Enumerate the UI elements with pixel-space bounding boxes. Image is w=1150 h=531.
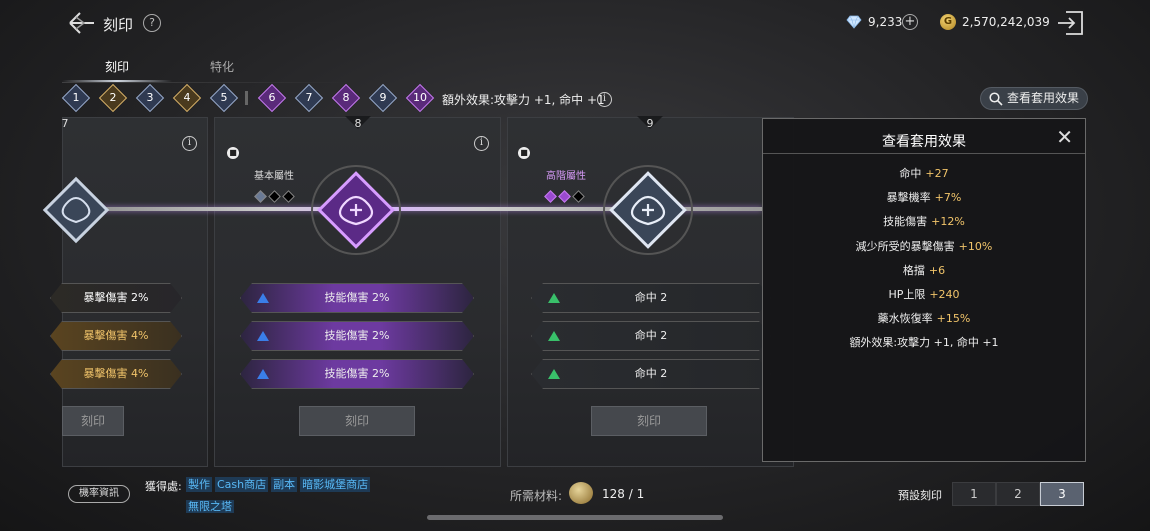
close-icon[interactable]: ✕	[1056, 125, 1073, 149]
add-gems-button[interactable]: +	[902, 14, 918, 30]
scrollbar[interactable]	[427, 515, 723, 520]
view-button-label: 查看套用效果	[1007, 91, 1080, 105]
info-icon[interactable]: i	[182, 136, 197, 151]
set-piece-10[interactable]: 10	[405, 83, 435, 113]
stat-row[interactable]: 命中 2	[531, 321, 771, 351]
imprint-button[interactable]: 刻印	[591, 406, 707, 436]
source-links-row2: 無限之塔	[186, 495, 234, 514]
info-icon[interactable]: i	[597, 92, 612, 107]
tab-specialize[interactable]: 特化	[167, 58, 277, 75]
diamond-icon	[846, 15, 862, 29]
popup-title: 查看套用效果	[882, 134, 966, 150]
card-number: 7	[61, 117, 69, 130]
page-title: 刻印	[103, 16, 134, 34]
effect-item: 格擋 +6	[902, 263, 946, 277]
effect-item: 減少所受的暴擊傷害 +10%	[855, 239, 993, 253]
source-link-shadow-castle-shop[interactable]: 暗影城堡商店	[300, 477, 371, 492]
lock-icon[interactable]: ■	[518, 147, 530, 159]
imprint-emblem-icon[interactable]	[310, 164, 402, 256]
effect-item: HP上限 +240	[888, 287, 960, 301]
effects-list: 命中 +27 暴擊機率 +7% 技能傷害 +12% 減少所受的暴擊傷害 +10% 格擋 +…	[763, 162, 1085, 356]
view-applied-effects-button[interactable]: 查看套用效果	[980, 87, 1088, 110]
exit-icon[interactable]	[1056, 10, 1084, 36]
set-piece-5[interactable]: 5	[209, 83, 239, 113]
set-piece-8[interactable]: 8	[331, 83, 361, 113]
stat-row[interactable]: 技能傷害 2%	[240, 283, 474, 313]
blue-triangle-icon	[257, 293, 269, 303]
tab-active-indicator	[62, 80, 172, 82]
set-piece-7[interactable]: 7	[294, 83, 324, 113]
imprint-emblem-icon[interactable]	[602, 164, 694, 256]
set-piece-2[interactable]: 2	[98, 83, 128, 113]
probability-info-button[interactable]: 機率資訊	[68, 485, 130, 503]
obtain-label: 獲得處:	[145, 480, 182, 493]
material-coin-icon	[569, 482, 593, 504]
imprint-emblem-icon[interactable]	[36, 170, 116, 250]
preset-label: 預設刻印	[898, 489, 942, 502]
gold-coin-icon: G	[940, 14, 956, 30]
set-piece-6[interactable]: 6	[257, 83, 287, 113]
effect-item: 藥水恢復率 +15%	[877, 312, 971, 326]
material-count: 128 / 1	[602, 487, 645, 501]
green-triangle-icon	[548, 369, 560, 379]
attr-label: 高階屬性	[546, 171, 586, 182]
applied-effects-popup: 查看套用效果 ✕ 命中 +27 暴擊機率 +7% 技能傷害 +12% 減少所受的暴擊傷…	[762, 118, 1086, 462]
help-icon[interactable]: ?	[143, 14, 161, 32]
attr-slots	[544, 186, 588, 205]
gold-count: 2,570,242,039	[962, 15, 1050, 29]
set-bonus-text: 額外效果:攻擊力 +1, 命中 +1	[442, 93, 605, 107]
set-piece-row: 1 2 3 4 5 6 7 8 9 10	[61, 83, 447, 113]
stat-row[interactable]: 命中 2	[531, 359, 771, 389]
green-triangle-icon	[548, 293, 560, 303]
stat-row[interactable]: 暴擊傷害 4%	[50, 321, 182, 351]
stat-row[interactable]: 暴擊傷害 4%	[50, 359, 182, 389]
search-icon	[989, 92, 1003, 106]
card-number: 9	[646, 117, 654, 130]
info-icon[interactable]: i	[474, 136, 489, 151]
effect-item: 額外效果:攻擊力 +1, 命中 +1	[849, 336, 999, 350]
blue-triangle-icon	[257, 369, 269, 379]
preset-button-1[interactable]: 1	[952, 482, 996, 506]
gem-count: 9,233	[868, 15, 903, 29]
set-piece-separator	[245, 91, 248, 105]
source-link-craft[interactable]: 製作	[186, 477, 212, 492]
stat-row[interactable]: 命中 2	[531, 283, 771, 313]
set-piece-9[interactable]: 9	[368, 83, 398, 113]
imprint-button[interactable]: 刻印	[299, 406, 415, 436]
green-triangle-icon	[548, 331, 560, 341]
popup-divider	[763, 153, 1085, 154]
effect-item: 命中 +27	[899, 167, 949, 180]
stat-row[interactable]: 技能傷害 2%	[240, 359, 474, 389]
attr-slots	[254, 186, 298, 205]
lock-icon[interactable]: ■	[227, 147, 239, 159]
preset-button-2[interactable]: 2	[996, 482, 1040, 506]
card-number: 8	[354, 117, 362, 130]
stat-row[interactable]: 技能傷害 2%	[240, 321, 474, 351]
attr-label: 基本屬性	[254, 171, 294, 182]
material-label: 所需材料:	[510, 489, 563, 503]
blue-triangle-icon	[257, 331, 269, 341]
set-piece-1[interactable]: 1	[61, 83, 91, 113]
tab-imprint[interactable]: 刻印	[62, 58, 172, 75]
set-piece-4[interactable]: 4	[172, 83, 202, 113]
source-link-dungeon[interactable]: 副本	[271, 477, 298, 492]
effect-item: 暴擊機率 +7%	[886, 191, 962, 205]
back-arrow-icon[interactable]	[66, 10, 96, 36]
stat-row[interactable]: 暴擊傷害 2%	[50, 283, 182, 313]
effect-item: 技能傷害 +12%	[883, 215, 965, 229]
source-links: 製作 Cash商店 副本 暗影城堡商店	[186, 477, 371, 492]
imprint-button[interactable]: 刻印	[62, 406, 124, 436]
source-link-infinite-tower[interactable]: 無限之塔	[186, 500, 234, 513]
preset-button-3[interactable]: 3	[1040, 482, 1084, 506]
source-link-cash-shop[interactable]: Cash商店	[215, 477, 269, 492]
set-piece-3[interactable]: 3	[135, 83, 165, 113]
